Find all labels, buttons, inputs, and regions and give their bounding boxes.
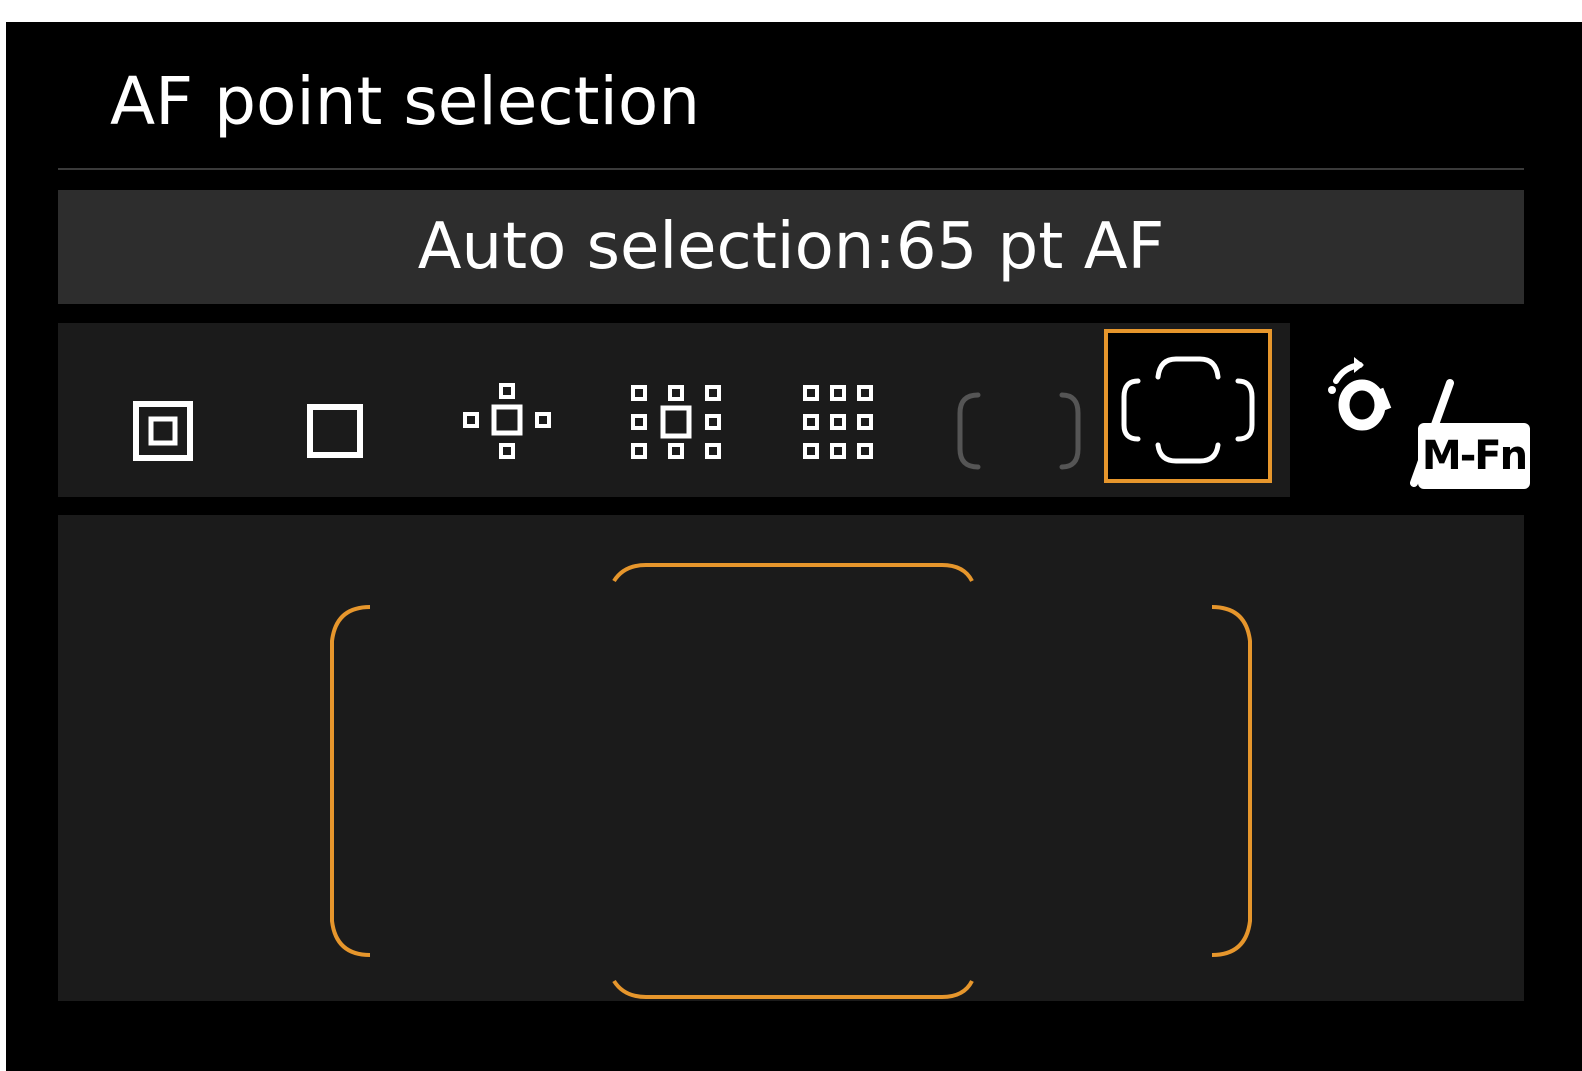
mfn-button-hint: M-Fn	[1324, 345, 1534, 495]
mode-af-expansion-cross[interactable]	[450, 375, 560, 485]
mode-zone-af[interactable]	[790, 375, 910, 485]
page-title: AF point selection	[110, 63, 701, 140]
title-divider	[58, 168, 1524, 170]
mfn-label: M-Fn	[1418, 423, 1530, 489]
mode-single-point-af[interactable]	[290, 380, 380, 480]
current-mode-label: Auto selection:65 pt AF	[58, 190, 1524, 304]
mode-auto-selection[interactable]	[1104, 329, 1272, 483]
mode-spot-af[interactable]	[120, 380, 210, 480]
spot-af-icon	[133, 401, 193, 461]
af-area-frame-icon	[330, 563, 1252, 999]
single-point-icon	[307, 404, 363, 458]
expansion-surround-icon	[631, 385, 721, 459]
mode-large-zone-af[interactable]	[950, 385, 1090, 485]
large-zone-icon	[957, 392, 1081, 470]
mode-af-expansion-surround[interactable]	[620, 375, 740, 485]
auto-selection-icon	[1121, 356, 1255, 464]
expansion-cross-icon	[463, 383, 551, 459]
af-area-display	[58, 515, 1524, 1001]
zone-af-icon	[803, 385, 873, 459]
